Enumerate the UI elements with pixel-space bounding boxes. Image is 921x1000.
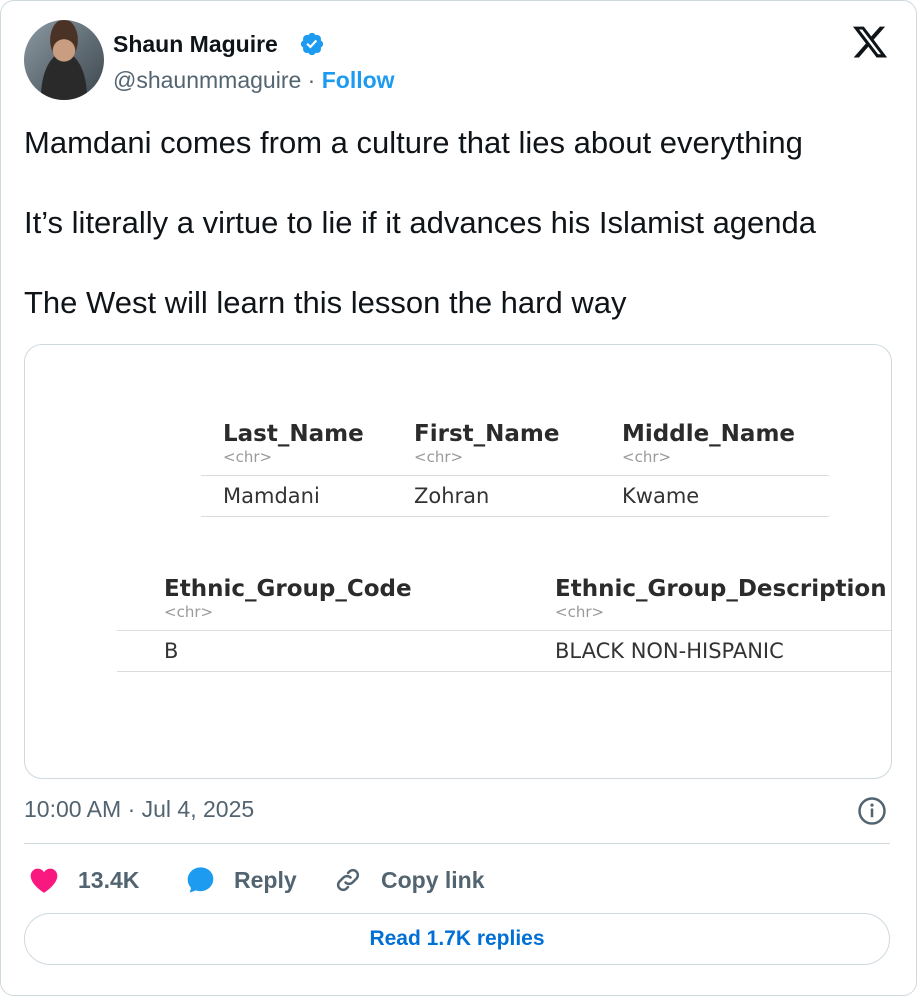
cell-last-name: Mamdani bbox=[223, 484, 320, 508]
tweet-media-image[interactable]: Last_Name First_Name Middle_Name <chr> <… bbox=[24, 344, 892, 779]
table1-bottom-rule bbox=[201, 516, 829, 517]
col-header-ethnic-group-description: Ethnic_Group_Description bbox=[555, 576, 887, 602]
table2-bottom-rule bbox=[117, 671, 891, 672]
reply-bubble-icon bbox=[187, 867, 214, 893]
tweet-text-line-1: Mamdani comes from a culture that lies a… bbox=[24, 125, 803, 160]
copy-link-label: Copy link bbox=[381, 866, 485, 893]
info-icon[interactable] bbox=[857, 796, 887, 826]
read-replies-button[interactable]: Read 1.7K replies bbox=[24, 913, 890, 965]
copy-link-button[interactable]: Copy link bbox=[333, 861, 485, 899]
cell-middle-name: Kwame bbox=[622, 484, 700, 508]
reply-label: Reply bbox=[234, 866, 297, 893]
cell-ethnic-group-code: B bbox=[164, 639, 179, 663]
col-type-first-name: <chr> bbox=[414, 448, 464, 466]
col-type-last-name: <chr> bbox=[223, 448, 273, 466]
tweet-timestamp[interactable]: 10:00 AM · Jul 4, 2025 bbox=[24, 794, 254, 824]
actions-divider bbox=[24, 843, 890, 844]
author-name[interactable]: Shaun Maguire bbox=[113, 29, 278, 59]
verified-badge-icon bbox=[300, 32, 324, 56]
follow-button[interactable]: Follow bbox=[322, 67, 395, 93]
col-type-middle-name: <chr> bbox=[622, 448, 672, 466]
like-button[interactable]: 13.4K bbox=[28, 861, 139, 899]
tweet-card: Shaun Maguire @shaunmmaguire · Follow Ma… bbox=[0, 0, 917, 996]
tweet-text-line-3: The West will learn this lesson the hard… bbox=[24, 285, 627, 320]
link-icon bbox=[336, 868, 360, 892]
col-header-first-name: First_Name bbox=[414, 421, 560, 447]
col-header-middle-name: Middle_Name bbox=[622, 421, 796, 447]
cell-first-name: Zohran bbox=[414, 484, 490, 508]
avatar[interactable] bbox=[24, 20, 104, 100]
heart-icon bbox=[30, 868, 58, 893]
table1-header-rule bbox=[201, 475, 829, 476]
author-handle-row: @shaunmmaguire · Follow bbox=[113, 65, 395, 95]
x-logo-icon[interactable] bbox=[850, 23, 890, 61]
col-header-last-name: Last_Name bbox=[223, 421, 364, 447]
table2-header-rule bbox=[117, 630, 891, 631]
like-count: 13.4K bbox=[78, 866, 140, 893]
handle-separator: · bbox=[307, 67, 316, 93]
col-header-ethnic-group-code: Ethnic_Group_Code bbox=[164, 576, 412, 602]
col-type-ethnic-group-code: <chr> bbox=[164, 603, 214, 621]
tweet-text-line-2: It’s literally a virtue to lie if it adv… bbox=[24, 205, 817, 240]
reply-button[interactable]: Reply bbox=[184, 861, 297, 899]
col-type-ethnic-group-description: <chr> bbox=[555, 603, 605, 621]
author-handle[interactable]: @shaunmmaguire bbox=[113, 67, 301, 93]
cell-ethnic-group-description: BLACK NON-HISPANIC bbox=[555, 639, 784, 663]
